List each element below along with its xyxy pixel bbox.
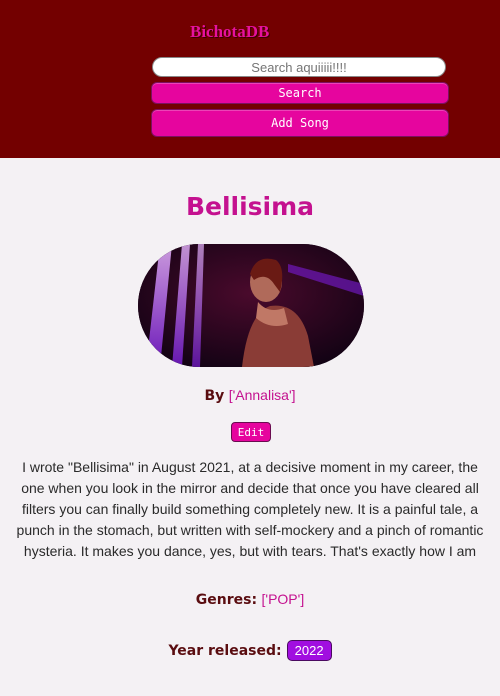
song-title: Bellisima	[185, 192, 315, 221]
genres-line: Genres: ['POP']	[0, 591, 500, 608]
search-input[interactable]	[152, 57, 446, 77]
year-badge: 2022	[286, 640, 332, 661]
brand-logo[interactable]: BichotaDB	[190, 22, 269, 42]
by-label: By	[204, 388, 225, 404]
add-song-button[interactable]: Add Song	[151, 109, 449, 137]
genres-value: ['POP']	[261, 591, 305, 607]
year-label: Year released:	[168, 642, 282, 659]
search-button[interactable]: Search	[151, 82, 449, 104]
song-description: I wrote "Bellisima" in August 2021, at a…	[16, 459, 484, 559]
site-header: BichotaDB Search Add Song	[0, 0, 500, 158]
artist-name: ['Annalisa']	[228, 387, 296, 403]
edit-button[interactable]: Edit	[231, 422, 271, 442]
song-cover-image	[138, 244, 364, 367]
year-line: Year released: 2022	[0, 640, 500, 661]
genres-label: Genres:	[195, 592, 258, 608]
artist-line: By ['Annalisa']	[0, 387, 500, 404]
